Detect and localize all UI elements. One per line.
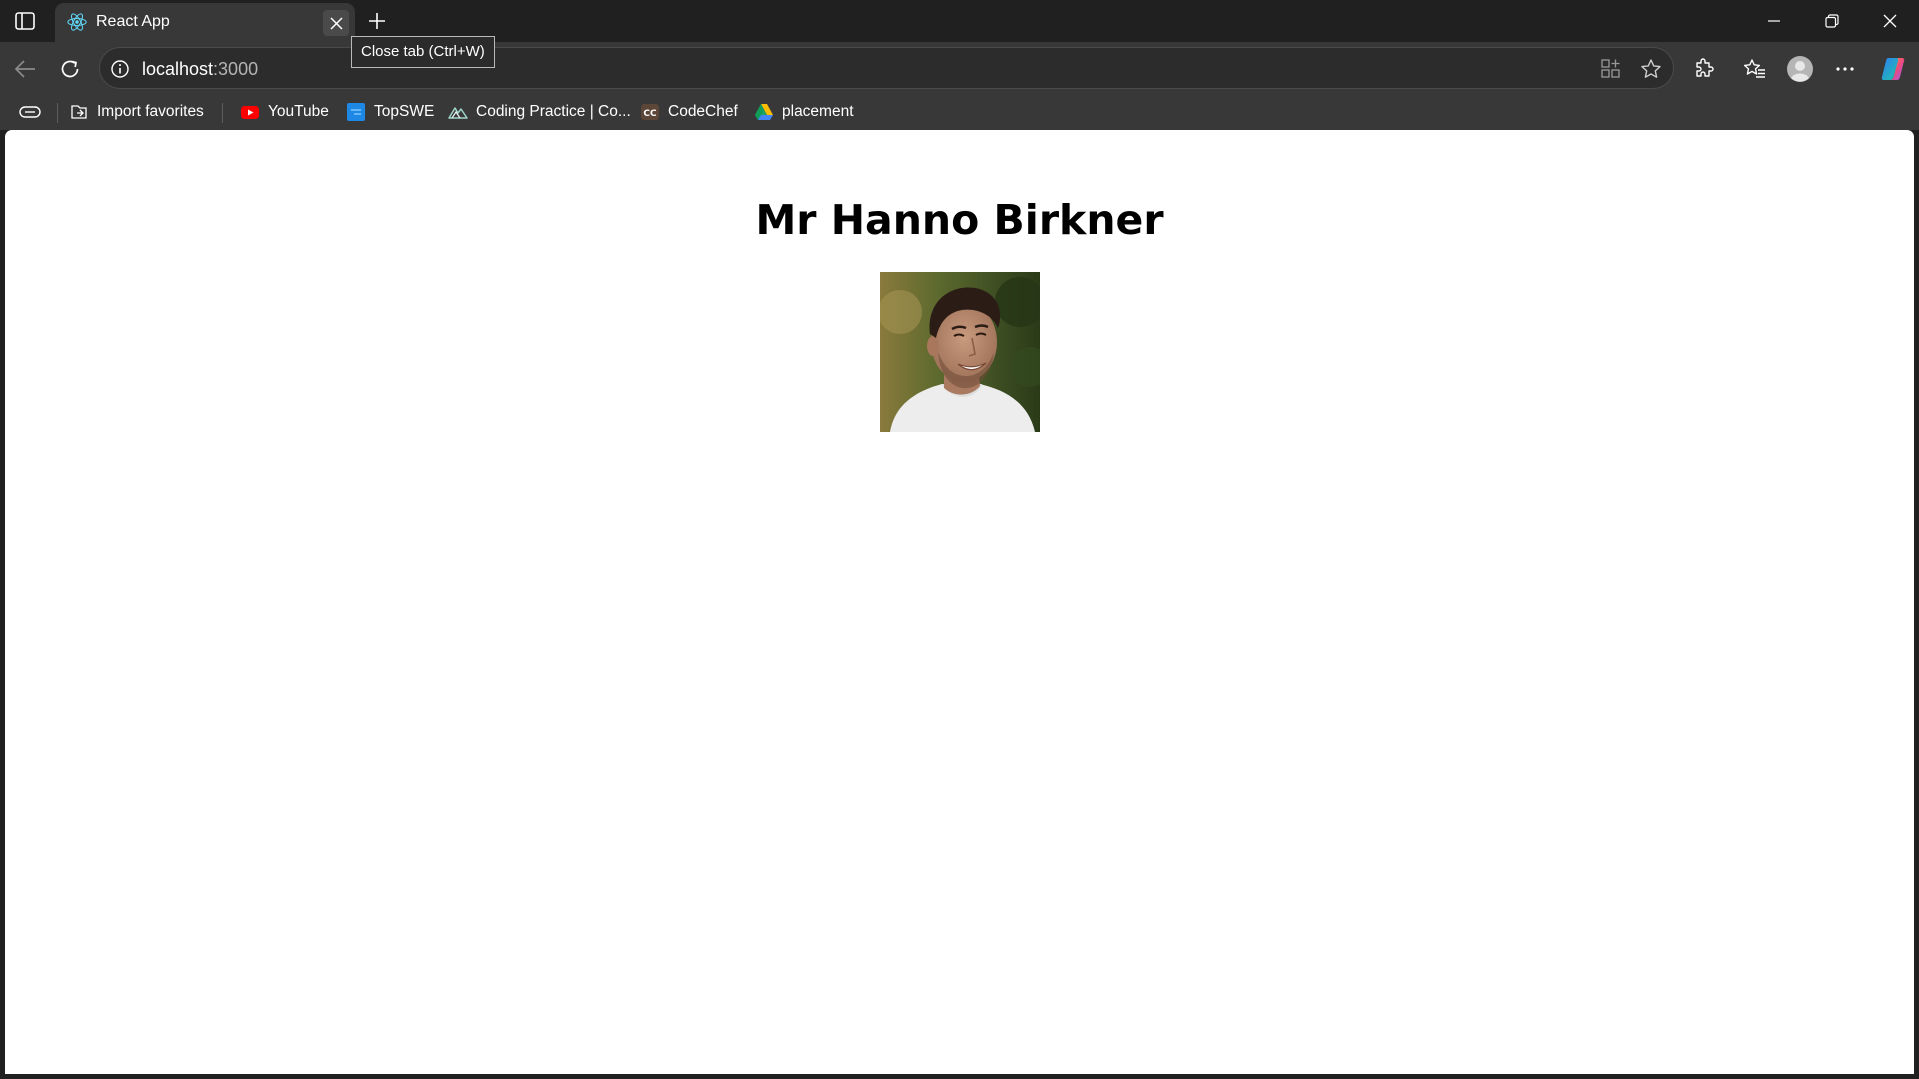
bookmark-codechef[interactable]: CC CodeChef [640,98,738,126]
codestudio-icon [448,107,468,119]
plus-icon [369,13,385,29]
close-icon [329,16,343,30]
navigation-toolbar: localhost:3000 [0,42,1919,94]
new-tab-button[interactable] [362,7,392,35]
url-host: localhost [142,59,214,79]
bookmarks-separator [222,103,223,123]
react-icon [67,13,87,31]
url-text[interactable]: localhost:3000 [142,59,258,80]
arrow-left-icon [14,60,35,78]
extensions-button[interactable] [1688,53,1720,85]
tab-react-app[interactable]: React App [55,3,355,42]
bookmark-import-favorites[interactable]: Import favorites [69,98,204,126]
bookmark-label: Coding Practice | Co... [476,103,631,120]
reload-icon [61,60,79,78]
minimize-icon [1768,20,1780,22]
person-portrait-image [880,272,1040,432]
collections-icon [19,106,41,118]
bookmark-label: Import favorites [97,103,204,120]
restore-button[interactable] [1803,0,1861,42]
tab-close-button[interactable] [323,10,349,36]
codechef-icon: CC [641,104,659,120]
youtube-icon [241,106,259,119]
minimize-button[interactable] [1745,0,1803,42]
app-available-icon[interactable] [1600,58,1622,80]
page-title: Mr Hanno Birkner [755,196,1164,244]
tab-actions-menu-button[interactable] [10,8,40,34]
favorites-bar: Import favorites YouTube TopSWE Coding P… [0,94,1919,130]
copilot-button[interactable] [1877,53,1909,85]
collections-button[interactable] [16,100,44,124]
profile-button[interactable] [1784,53,1816,85]
window-close-button[interactable] [1861,0,1919,42]
favorites-icon [1743,59,1765,78]
google-drive-icon [755,104,773,120]
back-button[interactable] [7,52,43,86]
bookmarks-separator [57,103,58,123]
import-favorites-icon [71,105,87,119]
avatar-icon [1787,56,1813,82]
reload-button[interactable] [52,52,88,86]
more-horizontal-icon [1836,67,1854,71]
topswe-icon [347,103,365,121]
tab-title: React App [96,13,170,30]
bookmark-placement[interactable]: placement [754,98,854,126]
bookmark-label: placement [782,103,854,120]
url-port: :3000 [213,59,259,79]
star-icon[interactable] [1640,58,1662,80]
restore-icon [1825,14,1839,28]
address-bar[interactable]: localhost:3000 [99,47,1674,89]
bookmark-coding-practice[interactable]: Coding Practice | Co... [448,98,631,126]
profile-photo [880,272,1040,432]
bookmark-topswe[interactable]: TopSWE [346,98,434,126]
favorites-button[interactable] [1739,53,1771,85]
info-icon[interactable] [110,59,130,79]
close-icon [1883,14,1897,28]
close-tab-tooltip: Close tab (Ctrl+W) [351,36,495,68]
copilot-icon [1881,58,1905,80]
tab-actions-icon [15,12,35,30]
puzzle-icon [1696,58,1714,77]
tab-strip: React App [0,0,1919,42]
bookmark-label: TopSWE [374,103,435,120]
bookmark-label: YouTube [268,103,329,120]
settings-and-more-button[interactable] [1829,53,1861,85]
bookmark-youtube[interactable]: YouTube [240,98,329,126]
bookmark-label: CodeChef [668,103,738,120]
page-viewport: Mr Hanno Birkner [5,130,1914,1074]
svg-text:CC: CC [643,109,657,119]
